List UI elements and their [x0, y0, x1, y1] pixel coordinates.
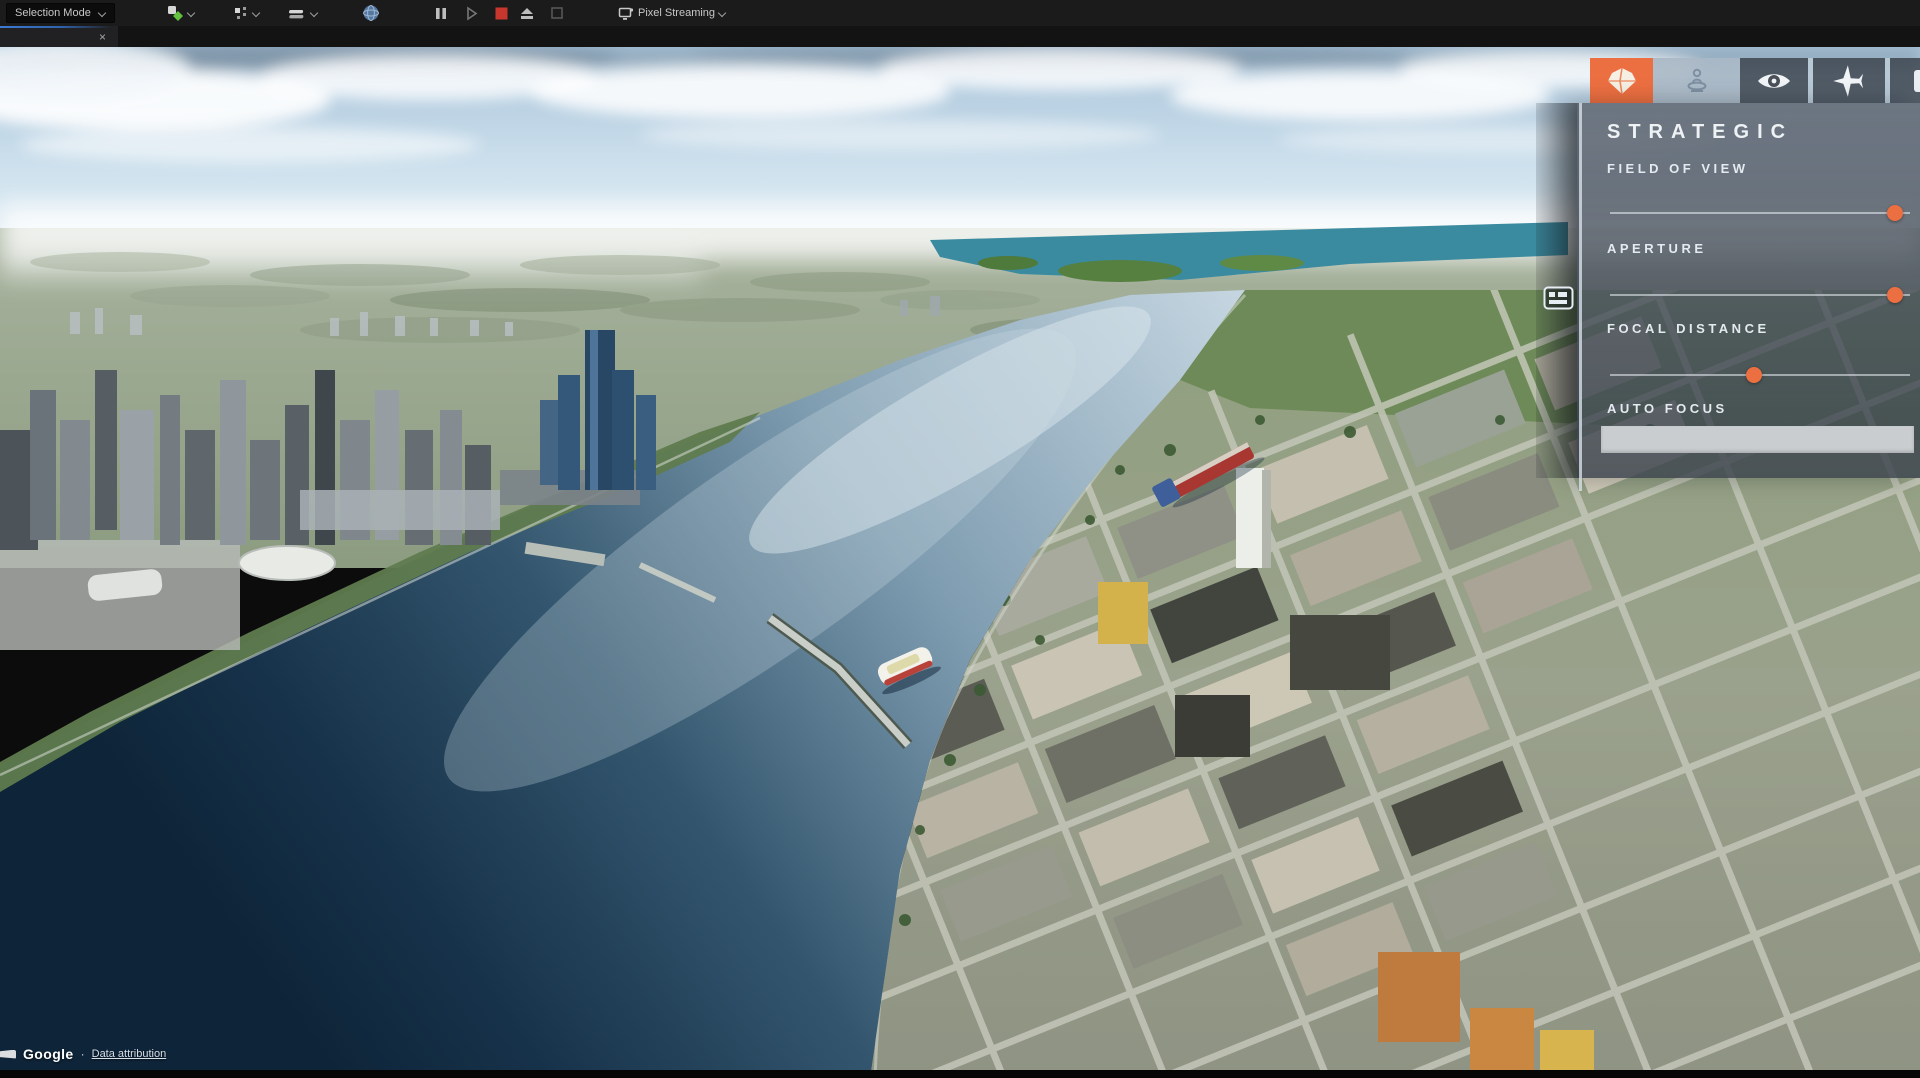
eject-icon: [519, 6, 535, 21]
tab-strategic[interactable]: [1590, 58, 1653, 103]
focal-distance-slider[interactable]: [1610, 366, 1910, 383]
selection-mode-label: Selection Mode: [15, 7, 91, 19]
record-stop-button[interactable]: [494, 2, 509, 24]
chevron-down-icon: [188, 10, 195, 17]
tab-separator: [1808, 58, 1813, 103]
platform-add-icon: [166, 4, 184, 22]
google-logo: Google: [23, 1046, 74, 1062]
frame-button[interactable]: [550, 2, 564, 24]
auto-focus-toggle[interactable]: [1601, 426, 1914, 453]
eye-icon: [1756, 69, 1792, 93]
pixel-streaming-dropdown[interactable]: Pixel Streaming: [618, 2, 726, 24]
chevron-down-icon: [311, 10, 318, 17]
partial-tab-icon: [1914, 70, 1920, 92]
pixel-streaming-icon: [618, 6, 634, 21]
application-window: Selection Mode: [0, 0, 1920, 1078]
play-icon: [465, 6, 478, 21]
panel-collapse-handle[interactable]: [1543, 286, 1574, 310]
attribution-separator: ·: [81, 1047, 85, 1061]
transform-gizmo-button[interactable]: [232, 2, 260, 24]
aperture-label: APERTURE: [1607, 241, 1707, 256]
camera-panel-tabs: [1590, 58, 1920, 103]
globe-button[interactable]: [362, 2, 380, 24]
character-icon: [1682, 66, 1712, 96]
pixel-streaming-label: Pixel Streaming: [638, 7, 715, 19]
plane-icon: [1831, 63, 1867, 99]
main-toolbar: Selection Mode: [0, 0, 1920, 26]
field-of-view-label: FIELD OF VIEW: [1607, 161, 1749, 176]
flight-mode-button[interactable]: [1813, 58, 1885, 103]
aperture-slider[interactable]: [1610, 286, 1910, 303]
slider-handle[interactable]: [1746, 367, 1762, 383]
tab-character[interactable]: [1653, 58, 1740, 103]
pause-icon: [434, 6, 448, 21]
visibility-button[interactable]: [1740, 58, 1808, 103]
slider-handle[interactable]: [1887, 287, 1903, 303]
transform-gizmo-icon: [232, 5, 249, 22]
play-button[interactable]: [465, 2, 478, 24]
bottom-strip: [0, 1070, 1920, 1078]
selection-mode-dropdown[interactable]: Selection Mode: [6, 2, 115, 24]
chevron-down-icon: [253, 10, 260, 17]
slider-handle[interactable]: [1887, 205, 1903, 221]
platform-add-button[interactable]: [166, 2, 195, 24]
layers-icon: [288, 5, 307, 22]
tab-overflow[interactable]: [1890, 58, 1920, 103]
panel-left-edge: [1579, 103, 1582, 491]
auto-focus-label: AUTO FOCUS: [1607, 401, 1728, 416]
map-attribution: Google · Data attribution: [0, 1042, 166, 1066]
focal-distance-label: FOCAL DISTANCE: [1607, 321, 1770, 336]
panel-title: STRATEGIC: [1607, 121, 1793, 144]
chevron-down-icon: [99, 10, 106, 17]
strategic-gem-icon: [1605, 65, 1639, 97]
chevron-down-icon: [719, 10, 726, 17]
slider-track[interactable]: [1610, 212, 1910, 214]
field-of-view-slider[interactable]: [1610, 204, 1910, 221]
viewport-tab-strip: ×: [0, 26, 1920, 47]
eject-button[interactable]: [519, 2, 535, 24]
attribution-fragment: [0, 1050, 16, 1059]
slider-track[interactable]: [1610, 294, 1910, 296]
pause-button[interactable]: [434, 2, 448, 24]
frame-icon: [550, 6, 564, 20]
data-attribution-link[interactable]: Data attribution: [92, 1048, 167, 1060]
close-icon[interactable]: ×: [99, 31, 106, 43]
globe-icon: [362, 4, 380, 22]
record-stop-icon: [494, 6, 509, 21]
viewport-tab[interactable]: ×: [0, 26, 118, 47]
camera-settings-panel: STRATEGIC FIELD OF VIEW APERTURE FOCAL D…: [1577, 103, 1920, 478]
layers-button[interactable]: [288, 2, 318, 24]
